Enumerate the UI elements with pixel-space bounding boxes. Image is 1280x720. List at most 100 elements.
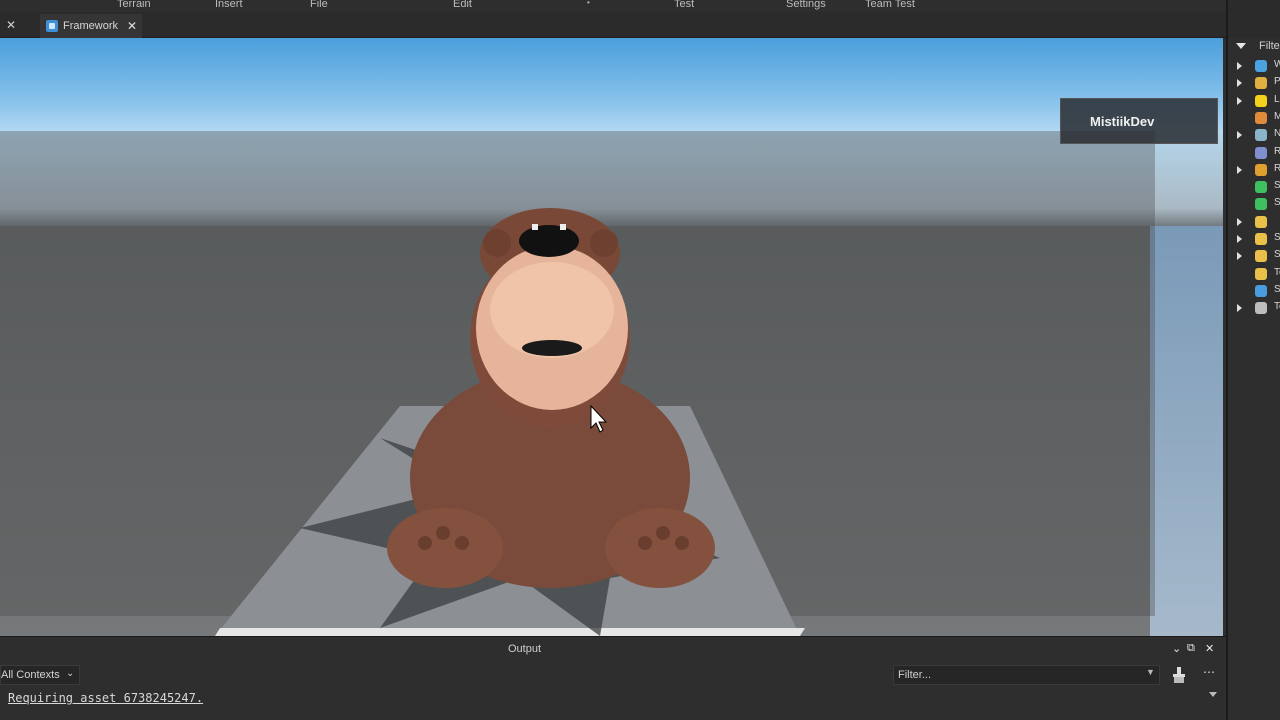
close-icon[interactable]: ✕ — [6, 18, 16, 32]
expand-arrow-icon[interactable] — [1237, 217, 1242, 226]
tab-label: Framework — [63, 20, 119, 32]
tree-item-icon — [1255, 233, 1267, 245]
explorer-tree-item[interactable]: S — [1228, 196, 1280, 213]
expand-arrow-icon[interactable] — [1237, 96, 1242, 105]
tree-item-label: R — [1274, 162, 1280, 174]
menu-item-team-test[interactable]: Team Test — [865, 0, 915, 10]
expand-arrow-icon[interactable] — [1237, 235, 1242, 243]
paw-toe — [436, 526, 450, 540]
player-name: MistiikDev — [1090, 114, 1155, 129]
tree-item-icon — [1255, 60, 1267, 72]
output-filter-input[interactable]: Filter... — [893, 665, 1160, 685]
tree-item-icon — [1255, 146, 1267, 159]
tab-strip: ✕ Framework ✕ — [0, 12, 1226, 38]
tree-item-icon — [1255, 302, 1267, 315]
explorer-tree-item[interactable]: M — [1228, 110, 1280, 127]
tree-item-icon — [1255, 198, 1267, 211]
close-icon[interactable]: ✕ — [1205, 642, 1214, 655]
tree-item-label: W — [1274, 59, 1280, 70]
paw-toe — [638, 536, 652, 550]
menu-separator: • — [587, 0, 590, 7]
explorer-tree-item[interactable]: S — [1228, 231, 1280, 248]
tree-item-icon — [1255, 284, 1267, 297]
menu-item-test[interactable]: Test — [674, 0, 694, 10]
filter-icon[interactable] — [1236, 43, 1246, 49]
clear-output-icon[interactable] — [1172, 667, 1186, 683]
tree-item-label: S — [1274, 232, 1280, 243]
bear-left-foot — [387, 508, 503, 588]
tree-item-icon — [1255, 267, 1267, 280]
explorer-tree-item[interactable]: N — [1228, 127, 1280, 144]
scene-graphic — [215, 208, 805, 636]
collapse-icon[interactable]: ⌄ — [1172, 642, 1181, 655]
output-log-line[interactable]: Requiring asset 6738245247. — [8, 691, 203, 705]
explorer-tree-item[interactable]: Te — [1228, 266, 1280, 283]
more-options-icon[interactable]: ⋯ — [1203, 665, 1215, 679]
tree-item-label: P — [1274, 76, 1280, 88]
tree-item-label: S — [1274, 197, 1280, 209]
explorer-tree-item[interactable]: R — [1228, 145, 1280, 162]
filter-dropdown-icon[interactable]: ▼ — [1146, 667, 1155, 677]
menu-bar: Terrain Insert File Edit Test Settings Team Te… — [0, 0, 1226, 12]
tree-item-label: S — [1274, 283, 1280, 295]
tree-item-label: S — [1274, 249, 1280, 261]
tree-item-label: Li — [1274, 93, 1280, 105]
bear-throat — [522, 340, 582, 356]
tree-item-label: Te — [1274, 266, 1280, 278]
tree-item-icon — [1255, 94, 1267, 107]
explorer-panel: Filte WPLiMNRRSSSSTeSTe — [1226, 0, 1280, 720]
expand-arrow-icon[interactable] — [1237, 79, 1242, 88]
bear-left-ear — [483, 229, 511, 257]
tree-item-label: R — [1274, 145, 1280, 157]
bear-tooth — [560, 224, 566, 230]
bear-tooth — [532, 224, 538, 230]
bear-right-foot — [605, 508, 715, 588]
paw-toe — [675, 536, 689, 550]
explorer-filter-label[interactable]: Filte — [1259, 40, 1280, 52]
output-title: Output — [508, 643, 542, 655]
expand-arrow-icon[interactable] — [1237, 252, 1242, 261]
tab-close-icon[interactable]: ✕ — [127, 19, 137, 33]
menu-item-insert[interactable]: Insert — [215, 0, 243, 10]
chevron-down-icon[interactable]: ⌄ — [66, 668, 74, 679]
expand-arrow-icon[interactable] — [1237, 304, 1242, 313]
explorer-tree-item[interactable]: R — [1228, 162, 1280, 179]
tree-item-icon — [1255, 250, 1267, 263]
script-icon — [46, 20, 58, 32]
popout-icon[interactable]: ⧉ — [1187, 642, 1195, 655]
menu-item-terrain[interactable]: Terrain — [117, 0, 151, 10]
bear-right-ear — [590, 229, 618, 257]
explorer-header — [1228, 0, 1280, 38]
tree-item-icon — [1255, 129, 1267, 142]
player-name-panel: MistiikDev — [1060, 98, 1218, 144]
game-viewport[interactable]: MistiikDev — [0, 38, 1223, 636]
expand-arrow-icon[interactable] — [1237, 131, 1242, 140]
explorer-tree-item[interactable] — [1228, 214, 1280, 231]
menu-item-edit[interactable]: Edit — [453, 0, 472, 10]
expand-arrow-icon[interactable] — [1237, 62, 1242, 70]
bear-nose — [519, 225, 579, 257]
explorer-tree-item[interactable]: Te — [1228, 300, 1280, 317]
tree-item-icon — [1255, 215, 1267, 228]
explorer-tree-item[interactable]: P — [1228, 75, 1280, 92]
tree-item-icon — [1255, 111, 1267, 124]
paw-toe — [656, 526, 670, 540]
tree-item-label: N — [1274, 128, 1280, 140]
menu-item-file[interactable]: File — [310, 0, 328, 10]
tree-item-icon — [1255, 163, 1267, 176]
tree-item-label: S — [1274, 180, 1280, 192]
menu-item-settings[interactable]: Settings — [786, 0, 826, 10]
tree-item-icon — [1255, 77, 1267, 90]
explorer-tree-item[interactable]: S — [1228, 283, 1280, 300]
scroll-down-icon[interactable] — [1209, 692, 1217, 697]
paw-toe — [418, 536, 432, 550]
tree-item-label: Te — [1274, 301, 1280, 313]
explorer-tree-item[interactable]: S — [1228, 179, 1280, 196]
floor-edge — [215, 628, 805, 636]
explorer-tree-item[interactable]: W — [1228, 58, 1280, 75]
tab-framework[interactable]: Framework ✕ — [40, 14, 142, 38]
paw-toe — [455, 536, 469, 550]
explorer-tree-item[interactable]: S — [1228, 248, 1280, 265]
explorer-tree-item[interactable]: Li — [1228, 93, 1280, 110]
expand-arrow-icon[interactable] — [1237, 165, 1242, 174]
